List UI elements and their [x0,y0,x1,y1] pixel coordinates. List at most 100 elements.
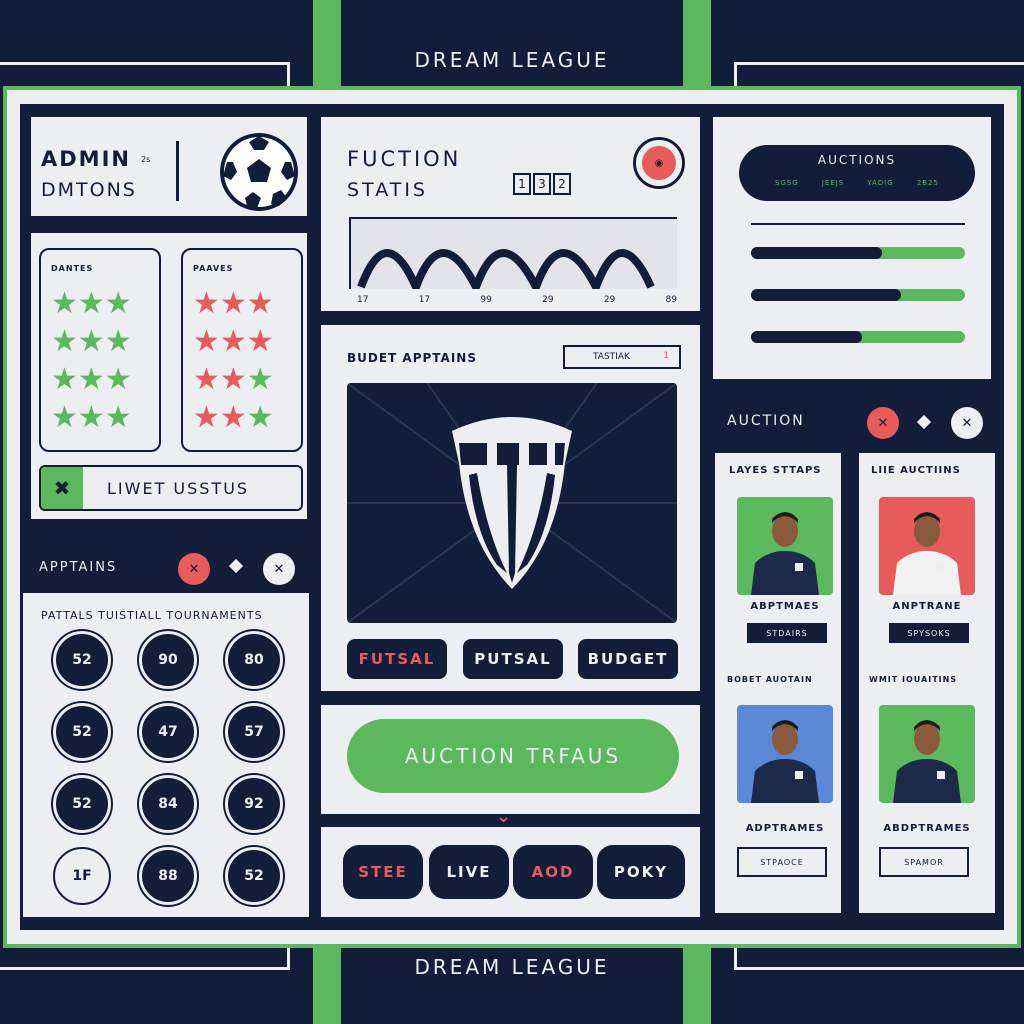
budget-panel: BUDET APPTAINS TASTIAK 1 FUTSAL PUTSAL B… [318,322,703,694]
budget-tag-label: TASTIAK [593,352,630,362]
tournament-circle[interactable]: 52 [53,703,111,761]
rating-card-left: DANTES ★★★ ★★★ ★★★ ★★★ [39,248,161,452]
stats-counter: 1 3 2 [513,173,571,195]
counter-digit: 1 [513,173,531,195]
player-avatar-icon [893,512,961,595]
star-row: ★★★ [51,400,132,435]
rating-right-title: PAAVES [193,264,234,273]
tournament-circle[interactable]: 52 [53,631,111,689]
soccer-ball-icon [219,132,299,216]
tick-label: 17 [357,295,369,305]
auction-progress-bars [751,247,965,347]
budget-tag-mark: 1 [663,351,669,361]
record-icon: ◉ [642,146,676,180]
auction-top-items: SGSG JEEJS YADIG 2B25 [775,179,939,187]
player-avatar-icon [893,720,961,803]
player-bid-button[interactable]: SPYSOKS [889,623,969,643]
close-icon: ✖ [41,467,83,509]
futsal-button[interactable]: FUTSAL [347,639,447,679]
tournament-circle[interactable]: 1F [53,847,111,905]
frame-stripe-right-bottom [683,945,711,1024]
tick-label: 29 [603,295,616,305]
putsal-button[interactable]: PUTSAL [463,639,563,679]
record-button[interactable]: ◉ [633,137,685,189]
progress-fill [751,289,901,301]
player-avatar-icon [751,512,819,595]
auction-top-pill[interactable]: AUCTIONS SGSG JEEJS YADIG 2B25 [739,145,975,201]
stee-button[interactable]: STEE [343,845,423,899]
tick-label: 99 [480,295,492,305]
tournament-circle[interactable]: 84 [139,775,197,833]
frame-stripe-left-bottom [313,945,341,1024]
admin-divider [176,141,179,201]
star-row: ★★★ [193,324,274,359]
auction-cta-button[interactable]: AUCTION TRFAUS [347,719,679,793]
admin-panel: ADMIN 2s DMTONS [28,114,310,219]
tournament-circle[interactable]: 47 [139,703,197,761]
player-name: ANPTRANE [892,601,962,612]
frame-line-bl [0,945,290,970]
player-bid-button[interactable]: STDAIRS [747,623,827,643]
tournament-circle[interactable]: 88 [139,847,197,905]
footer-title: DREAM LEAGUE [414,955,610,979]
auction-divider [751,223,965,225]
player-cards: ABPTMAES STDAIRS ANPTRANE SPYSOKS ADPTRAMES S… [713,393,1003,923]
tournament-circle[interactable]: 92 [225,775,283,833]
tournament-circle[interactable]: 52 [225,847,283,905]
player-name: ABDPTRAMES [883,823,971,834]
frame-line-br [734,945,1024,970]
shield-display [347,383,677,623]
budget-title: BUDET APPTAINS [347,351,477,365]
tick-label: 89 [665,295,677,305]
rating-left-stars: ★★★ ★★★ ★★★ ★★★ [51,285,132,437]
auction-item: 2B25 [916,179,939,187]
auction-item: YADIG [867,179,894,187]
player-photo [737,497,833,595]
player-photo [879,497,975,595]
frame-stripe-right [683,0,711,90]
stats-chart [349,217,677,298]
player-card[interactable]: ABPTMAES STDAIRS [723,489,835,659]
star-row: ★★★ [51,324,132,359]
star-row: ★★★ [51,286,132,321]
shield-icon [347,383,677,623]
tournament-circle[interactable]: 52 [53,775,111,833]
progress-fill [751,331,862,343]
player-bid-button[interactable]: SPAMOR [879,847,969,877]
rating-panel: DANTES ★★★ ★★★ ★★★ ★★★ PAAVES ★★★ ★★★ ★★… [28,230,310,522]
stats-panel: FUCTION STATIS 1 3 2 ◉ 17 17 99 29 29 89 [318,114,703,314]
auction-item: JEEJS [821,179,845,187]
rating-right-stars: ★★★ ★★★ ★★★ ★★★ [193,285,274,437]
live-button[interactable]: LIVE [429,845,509,899]
player-photo [737,705,833,803]
player-avatar-icon [751,720,819,803]
admin-line2: DMTONS [41,179,137,201]
apptains-panel: APPTAINS ✕ ✕ PATTALS TUISTIALL TOURNAMEN… [20,540,312,920]
star-row: ★★★ [193,362,274,397]
rating-card-right: PAAVES ★★★ ★★★ ★★★ ★★★ [181,248,303,452]
player-card[interactable]: ANPTRANE SPYSOKS [865,489,989,659]
tick-label: 17 [418,295,431,305]
header-title: DREAM LEAGUE [414,48,610,72]
tournament-circle[interactable]: 90 [139,631,197,689]
star-row: ★★★ [51,362,132,397]
player-card[interactable]: ADPTRAMES STPAOCE [723,697,835,877]
player-card[interactable]: ABDPTRAMES SPAMOR [865,697,989,877]
budget-button[interactable]: BUDGET [578,639,678,679]
admin-line1: ADMIN [41,147,131,171]
player-name: ADPTRAMES [745,823,825,834]
tournament-circle[interactable]: 80 [225,631,283,689]
status-button[interactable]: ✖ LIWET USSTUS [39,465,303,511]
budget-tag[interactable]: TASTIAK 1 [563,345,681,369]
auction-panel: AUCTION ✕ ✕ LAYES STTAPS LIIE AUCTIINS B… [710,390,1000,920]
player-bid-button[interactable]: STPAOCE [737,847,827,877]
frame-line-tl [0,62,290,87]
poky-button[interactable]: POKY [597,845,685,899]
tournament-circle[interactable]: 57 [225,703,283,761]
tick-label: 29 [542,295,554,305]
player-photo [879,705,975,803]
admin-sup: 2s [141,155,151,164]
progress-fill [751,247,882,259]
aod-button[interactable]: AOD [513,845,593,899]
player-name: ABPTMAES [750,601,820,612]
